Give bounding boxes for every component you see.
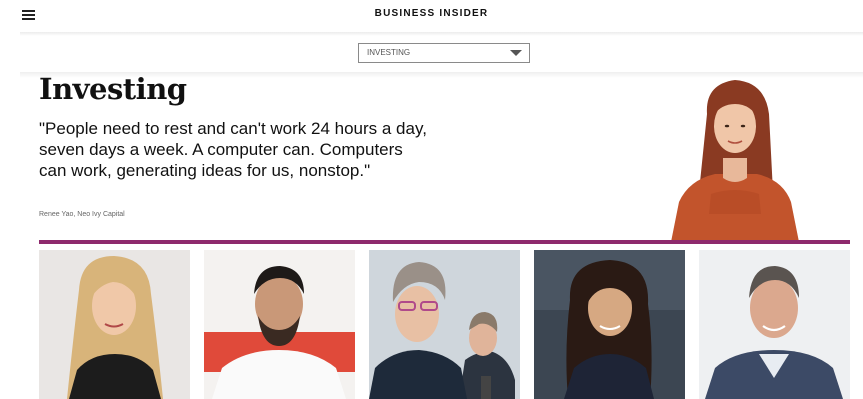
dropdown-caret-icon <box>510 50 522 56</box>
featured-person-card[interactable] <box>699 250 850 399</box>
section-dropdown-value: INVESTING <box>367 48 411 57</box>
person-photo <box>39 250 190 399</box>
featured-person-card[interactable] <box>204 250 355 399</box>
featured-person-card[interactable] <box>369 250 520 399</box>
hero-quote[interactable]: "People need to rest and can't work 24 h… <box>39 118 429 181</box>
brand-logo[interactable]: BUSINESS INSIDER <box>0 8 863 19</box>
header-divider <box>20 32 863 36</box>
person-photo <box>204 250 355 399</box>
section-dropdown[interactable]: INVESTING <box>358 43 530 63</box>
featured-person-card[interactable] <box>39 250 190 399</box>
featured-people-row <box>39 250 850 399</box>
section-divider <box>39 240 850 244</box>
quote-attribution: Renee Yao, Neo Ivy Capital <box>39 211 125 218</box>
person-photo <box>534 250 685 399</box>
hero-portrait-image[interactable] <box>665 74 805 242</box>
page-title: Investing <box>39 72 187 106</box>
top-navigation-bar: BUSINESS INSIDER <box>0 0 863 32</box>
person-photo <box>699 250 850 399</box>
person-photo <box>369 250 520 399</box>
featured-person-card[interactable] <box>534 250 685 399</box>
